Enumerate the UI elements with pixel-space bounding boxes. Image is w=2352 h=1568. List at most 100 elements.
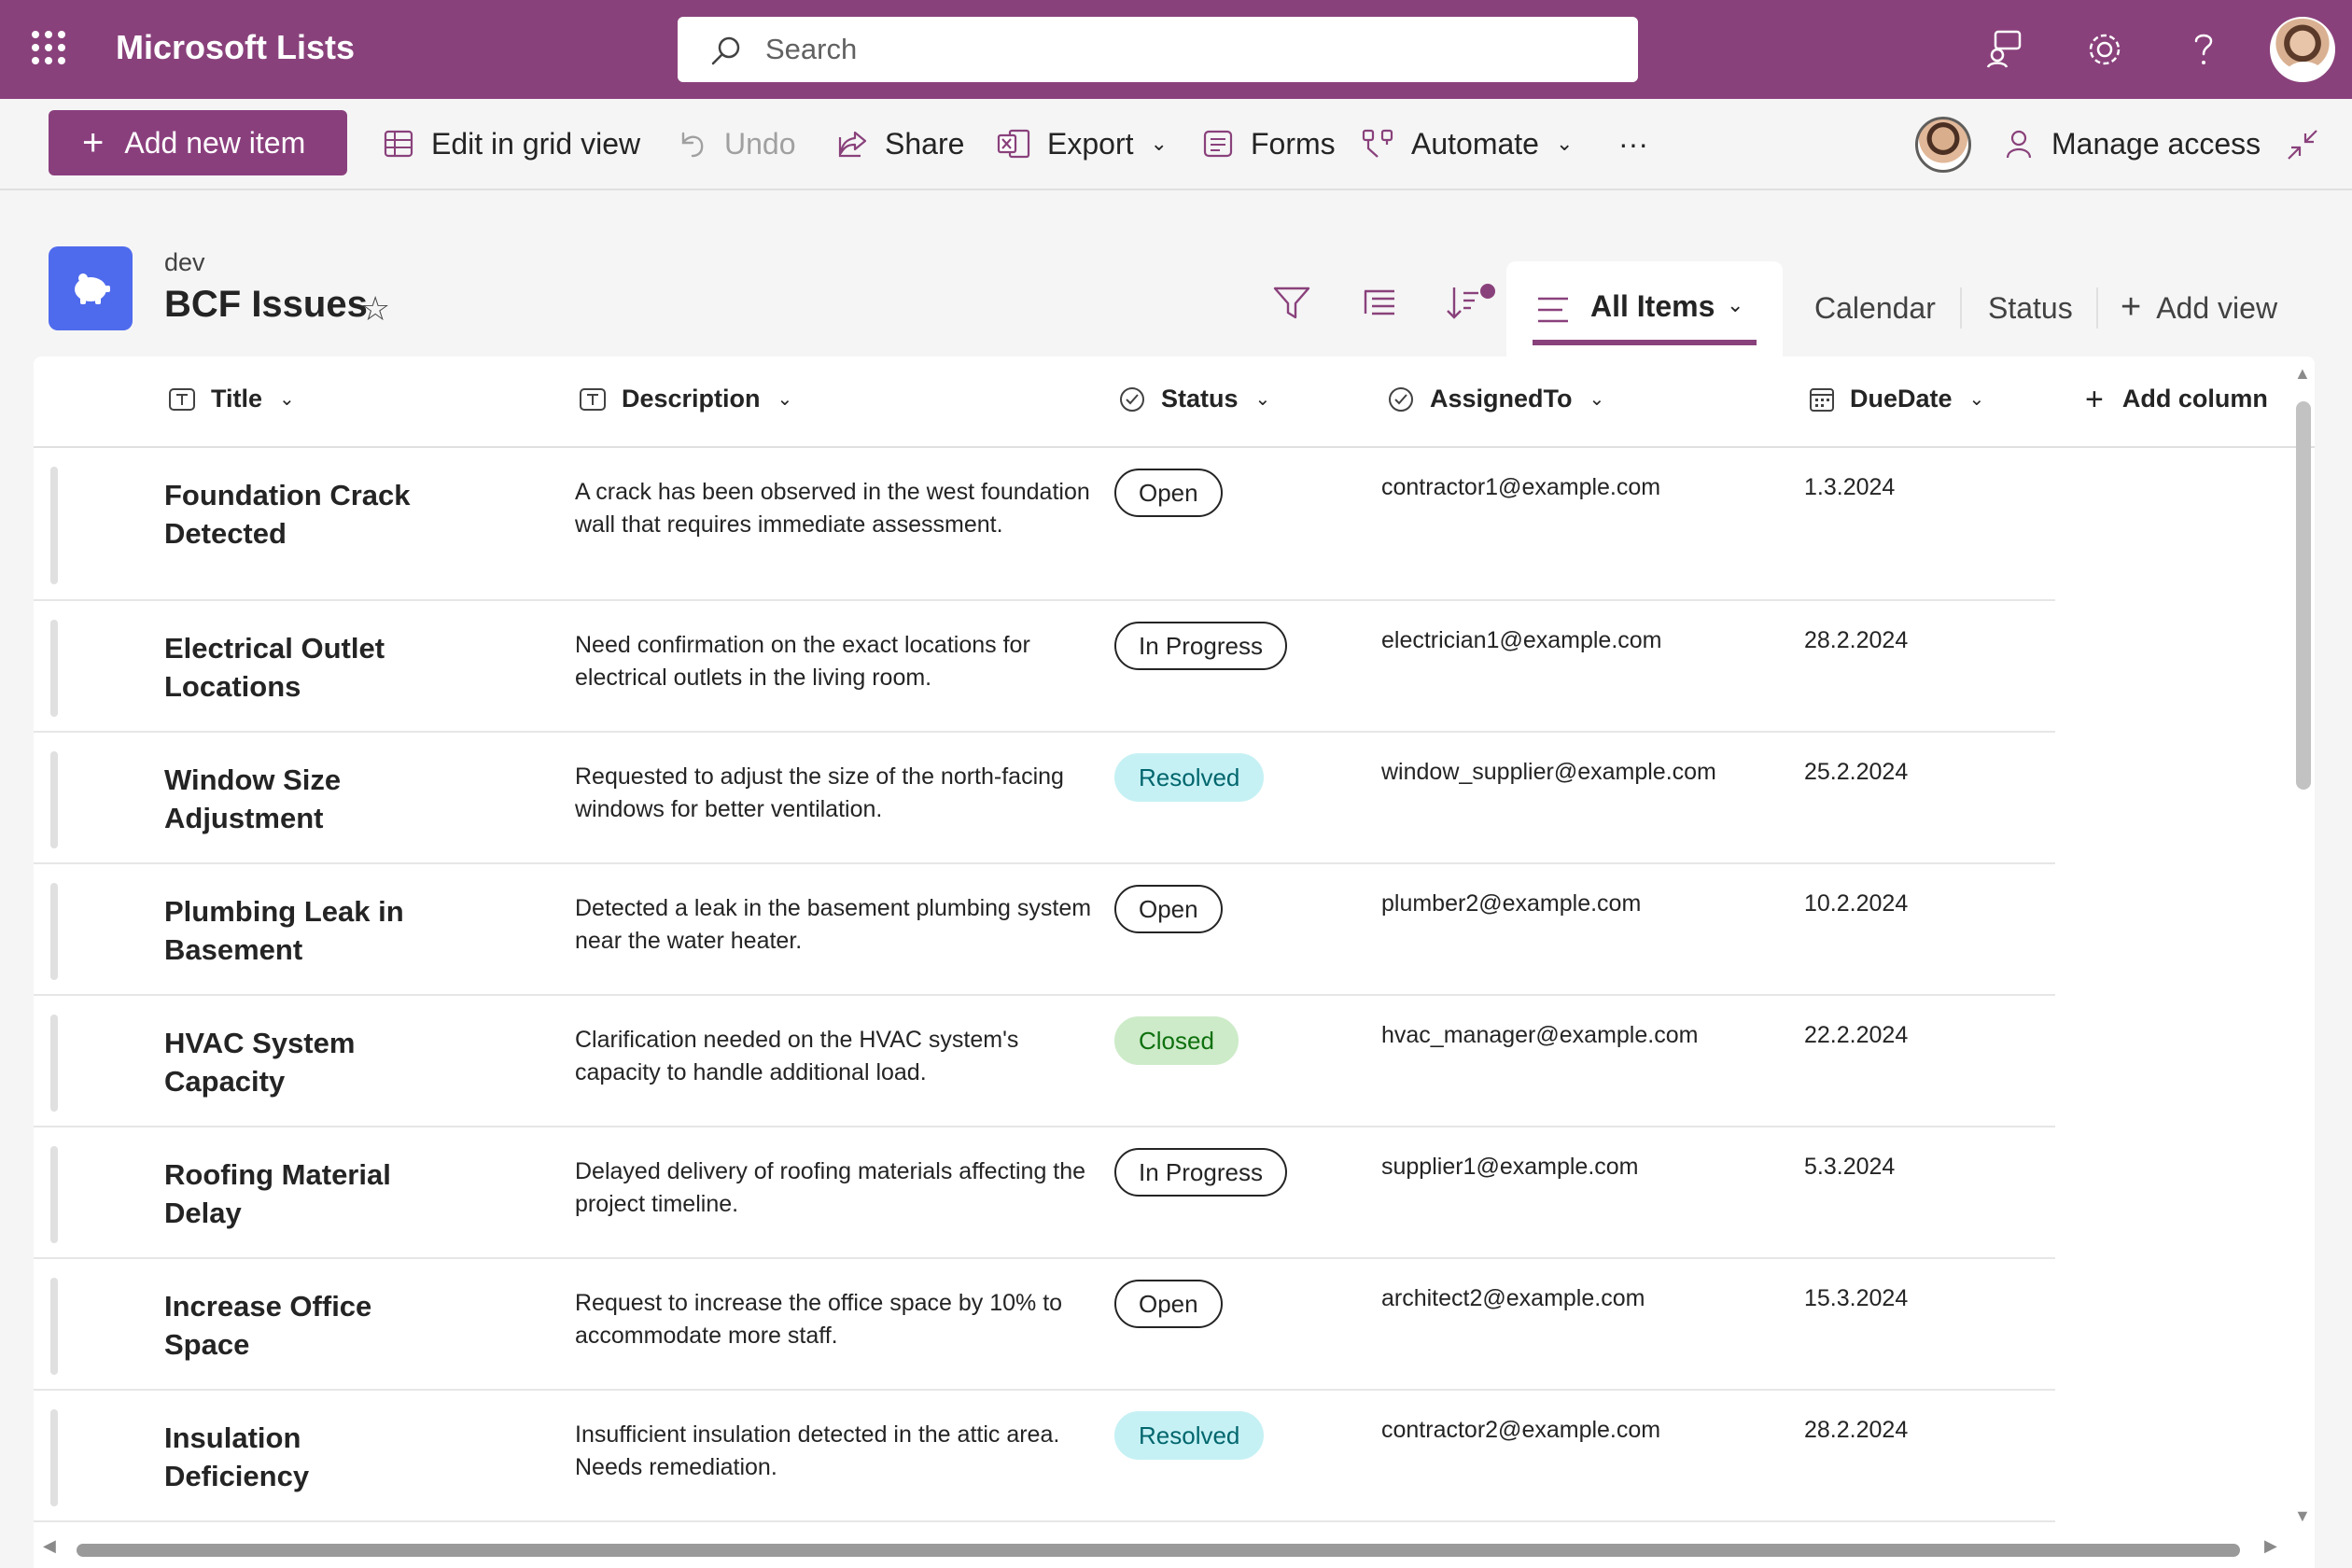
status-badge: In Progress — [1114, 1148, 1287, 1197]
app-title[interactable]: Microsoft Lists — [116, 28, 355, 67]
table-row[interactable]: Increase Office Space Request to increas… — [34, 1259, 2055, 1391]
share-button[interactable]: Share — [836, 116, 964, 172]
gear-icon[interactable] — [2083, 28, 2126, 71]
forms-button[interactable]: Forms — [1202, 116, 1336, 172]
feedback-icon[interactable] — [1984, 28, 2027, 71]
cell-title[interactable]: Electrical Outlet Locations — [164, 629, 444, 706]
cell-title[interactable]: Roofing Material Delay — [164, 1155, 444, 1232]
undo-button[interactable]: Undo — [676, 116, 796, 172]
chevron-down-icon: ⌄ — [1589, 389, 1605, 410]
chevron-down-icon: ⌄ — [777, 389, 793, 410]
shared-with-avatar[interactable] — [1915, 117, 1971, 173]
row-selector[interactable] — [50, 1409, 58, 1506]
column-header-status[interactable]: Status ⌄ — [1118, 385, 1270, 413]
vertical-scrollbar[interactable]: ▲ ▼ — [2292, 357, 2315, 1534]
column-header-row: Title ⌄ Description ⌄ Status ⌄ AssignedTo ⌄ … — [34, 357, 2315, 448]
view-tab-calendar[interactable]: Calendar — [1814, 291, 1936, 326]
cell-description: Request to increase the office space by … — [575, 1290, 1063, 1349]
horizontal-scroll-thumb[interactable] — [77, 1544, 2240, 1557]
horizontal-scrollbar[interactable]: ◀ ▶ — [34, 1534, 2292, 1562]
table-row[interactable]: Electrical Outlet Locations Need confirm… — [34, 601, 2055, 733]
more-button[interactable]: ··· — [1618, 116, 1648, 172]
chevron-down-icon: ⌄ — [1555, 132, 1574, 155]
row-selector[interactable] — [50, 1278, 58, 1375]
row-selector[interactable] — [50, 620, 58, 717]
cell-assignedto: contractor2@example.com — [1381, 1417, 1661, 1443]
table-row[interactable]: Foundation Crack Detected A crack has be… — [34, 448, 2055, 601]
scroll-left-icon[interactable]: ◀ — [43, 1536, 56, 1556]
sort-icon[interactable] — [1443, 282, 1484, 323]
edit-grid-button[interactable]: Edit in grid view — [383, 116, 640, 172]
table-row[interactable]: Plumbing Leak in Basement Detected a lea… — [34, 864, 2055, 996]
cell-assignedto: plumber2@example.com — [1381, 890, 1642, 917]
vertical-scroll-thumb[interactable] — [2296, 401, 2311, 790]
filter-icon[interactable] — [1271, 282, 1312, 323]
cell-title[interactable]: Plumbing Leak in Basement — [164, 892, 444, 969]
automate-button[interactable]: Automate ⌄ — [1361, 116, 1573, 172]
waffle-icon[interactable] — [32, 31, 65, 64]
row-selector[interactable] — [50, 1146, 58, 1243]
search-input[interactable] — [765, 30, 1605, 69]
cell-assignedto: hvac_manager@example.com — [1381, 1022, 1699, 1048]
column-header-duedate-label: DueDate — [1850, 385, 1953, 413]
cell-duedate: 15.3.2024 — [1804, 1285, 1909, 1311]
group-icon[interactable] — [1359, 282, 1400, 323]
cell-description: Need confirmation on the exact locations… — [575, 632, 1030, 691]
column-header-assignedto[interactable]: AssignedTo ⌄ — [1387, 385, 1604, 413]
table-row[interactable]: Window Size Adjustment Requested to adju… — [34, 733, 2055, 864]
cell-duedate: 5.3.2024 — [1804, 1154, 1896, 1180]
column-header-title-label: Title — [211, 385, 263, 413]
column-header-duedate[interactable]: DueDate ⌄ — [1809, 385, 1984, 413]
add-new-item-button[interactable]: + Add new item — [49, 110, 347, 175]
chevron-down-icon: ⌄ — [1968, 389, 1985, 410]
scroll-up-icon[interactable]: ▲ — [2294, 364, 2311, 384]
status-badge: Open — [1114, 469, 1223, 517]
status-badge: Resolved — [1114, 753, 1265, 802]
grid-icon — [384, 130, 413, 158]
piggy-bank-icon — [75, 273, 110, 304]
site-name[interactable]: dev — [164, 248, 205, 277]
cell-title[interactable]: Window Size Adjustment — [164, 761, 444, 837]
calendar-column-icon — [1810, 387, 1834, 412]
add-view-button[interactable]: + Add view — [2121, 289, 2278, 326]
column-header-title[interactable]: Title ⌄ — [168, 385, 295, 413]
scroll-right-icon[interactable]: ▶ — [2264, 1536, 2277, 1556]
cell-title[interactable]: Increase Office Space — [164, 1287, 444, 1364]
cell-title[interactable]: Insulation Deficiency — [164, 1419, 444, 1495]
forms-icon — [1203, 130, 1233, 158]
row-selector[interactable] — [50, 751, 58, 848]
cell-duedate: 28.2.2024 — [1804, 627, 1909, 653]
cell-duedate: 22.2.2024 — [1804, 1022, 1909, 1048]
plus-icon: + — [82, 122, 105, 163]
add-view-label: Add view — [2156, 291, 2278, 325]
cell-assignedto: architect2@example.com — [1381, 1285, 1645, 1311]
cell-duedate: 1.3.2024 — [1804, 474, 1896, 500]
text-column-icon — [169, 387, 195, 411]
table-row[interactable]: Roofing Material Delay Delayed delivery … — [34, 1127, 2055, 1259]
row-selector[interactable] — [50, 1015, 58, 1112]
view-tab-all-items[interactable]: All Items ⌄ — [1506, 261, 1783, 360]
status-badge: Closed — [1114, 1016, 1239, 1065]
add-column-label: Add column — [2121, 385, 2268, 413]
add-column-button[interactable]: + Add column — [2085, 384, 2268, 415]
scroll-down-icon[interactable]: ▼ — [2294, 1506, 2311, 1526]
table-row[interactable]: HVAC System Capacity Clarification neede… — [34, 996, 2055, 1127]
export-button[interactable]: Export ⌄ — [997, 116, 1168, 172]
row-selector[interactable] — [50, 883, 58, 980]
table-row[interactable]: Insulation Deficiency Insufficient insul… — [34, 1391, 2055, 1522]
chevron-down-icon: ⌄ — [1254, 389, 1271, 410]
cell-title[interactable]: Foundation Crack Detected — [164, 476, 444, 553]
search-box[interactable] — [678, 17, 1638, 82]
user-avatar[interactable] — [2270, 17, 2335, 82]
cell-assignedto: supplier1@example.com — [1381, 1154, 1639, 1180]
cell-title[interactable]: HVAC System Capacity — [164, 1024, 444, 1100]
row-selector[interactable] — [50, 467, 58, 584]
help-icon[interactable] — [2182, 28, 2225, 71]
star-icon[interactable]: ☆ — [360, 289, 390, 329]
manage-access-button[interactable]: Manage access — [2003, 116, 2261, 172]
choice-column-icon — [1389, 386, 1413, 412]
cell-assignedto: contractor1@example.com — [1381, 474, 1661, 500]
collapse-icon[interactable] — [2285, 127, 2320, 162]
column-header-description[interactable]: Description ⌄ — [579, 385, 792, 413]
view-tab-status[interactable]: Status — [1988, 291, 2073, 326]
